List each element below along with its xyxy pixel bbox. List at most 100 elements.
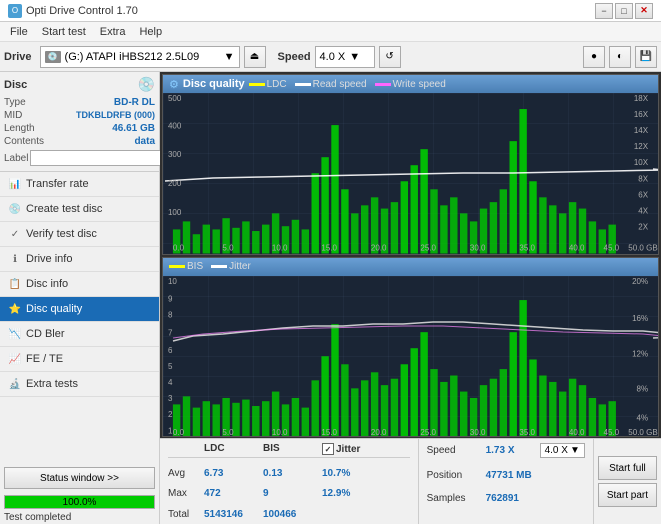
menu-file[interactable]: File <box>4 24 34 40</box>
disc-header: Disc 💿 <box>4 76 155 93</box>
action-buttons: Start full Start part <box>593 439 661 524</box>
drive-label: Drive <box>4 51 32 63</box>
legend-read-speed-color <box>295 83 311 86</box>
extra-tests-icon: 🔬 <box>8 377 22 391</box>
sidebar-item-label: FE / TE <box>26 353 63 365</box>
legend-ldc-color <box>249 83 265 86</box>
disc-eject-icon[interactable]: 💿 <box>138 76 155 93</box>
status-window-button[interactable]: Status window >> <box>4 467 155 489</box>
content-area: ⚙ Disc quality LDC Read speed Write spee… <box>160 72 661 524</box>
svg-text:45.0: 45.0 <box>604 427 620 436</box>
drive-info-icon: ℹ <box>8 252 22 266</box>
sidebar-item-fe-te[interactable]: 📈 FE / TE <box>0 347 159 372</box>
svg-text:5.0: 5.0 <box>222 243 234 252</box>
tool-btn-1[interactable]: ● <box>583 46 605 68</box>
disc-label-row: Label ⚙ <box>4 149 155 167</box>
sidebar-item-label: Verify test disc <box>26 228 97 240</box>
chart1-title: Disc quality <box>183 78 245 90</box>
sidebar-item-cd-bler[interactable]: 📉 CD Bler <box>0 322 159 347</box>
legend-write-speed-label: Write speed <box>393 79 446 90</box>
disc-label-input[interactable] <box>30 150 164 166</box>
disc-info-icon: 📋 <box>8 277 22 291</box>
speed-selector[interactable]: 4.0 X ▼ <box>315 46 375 68</box>
drive-value: (G:) ATAPI iHBS212 2.5L09 <box>65 51 200 63</box>
start-full-button[interactable]: Start full <box>598 456 657 480</box>
max-jitter: 12.9% <box>322 488 350 499</box>
sidebar-item-disc-info[interactable]: 📋 Disc info <box>0 272 159 297</box>
disc-label-label: Label <box>4 153 28 164</box>
svg-text:14X: 14X <box>634 126 649 135</box>
sidebar-item-create-test-disc[interactable]: 💿 Create test disc <box>0 197 159 222</box>
svg-text:45.0: 45.0 <box>604 243 620 252</box>
speed-box-value: 4.0 X <box>545 445 568 456</box>
svg-text:2X: 2X <box>638 222 648 231</box>
sidebar-item-transfer-rate[interactable]: 📊 Transfer rate <box>0 172 159 197</box>
legend-read-speed: Read speed <box>295 79 367 90</box>
fe-te-icon: 📈 <box>8 352 22 366</box>
verify-test-disc-icon: ✓ <box>8 227 22 241</box>
sidebar-item-label: Extra tests <box>26 378 78 390</box>
svg-text:18X: 18X <box>634 94 649 103</box>
svg-text:100: 100 <box>168 208 182 217</box>
close-button[interactable]: ✕ <box>635 3 653 19</box>
samples-row: Samples 762891 <box>427 493 585 504</box>
progress-text: 100.0% <box>5 496 154 510</box>
disc-mid-label: MID <box>4 110 22 121</box>
sidebar-item-label: Create test disc <box>26 203 102 215</box>
disc-length-row: Length 46.61 GB <box>4 123 155 134</box>
svg-text:16%: 16% <box>632 313 648 322</box>
legend-ldc-label: LDC <box>267 79 287 90</box>
chart2-svg: 20% 16% 12% 8% 4% 10 9 8 7 6 5 4 3 2 1 <box>163 276 658 437</box>
svg-text:20.0: 20.0 <box>371 243 387 252</box>
svg-text:500: 500 <box>168 94 182 103</box>
jitter-checkbox[interactable]: ✓ <box>322 443 334 455</box>
chart1-legend: LDC Read speed Write speed <box>249 79 446 90</box>
restore-button[interactable]: □ <box>615 3 633 19</box>
stats-main: LDC BIS ✓ Jitter Avg 6.73 0.13 10.7% Max <box>160 439 418 524</box>
menu-help[interactable]: Help <box>133 24 168 40</box>
sidebar-item-verify-test-disc[interactable]: ✓ Verify test disc <box>0 222 159 247</box>
samples-value: 762891 <box>486 493 519 504</box>
disc-contents-label: Contents <box>4 136 44 147</box>
svg-text:10X: 10X <box>634 158 649 167</box>
speed-stat-value: 1.73 X <box>486 445 536 456</box>
disc-contents-row: Contents data <box>4 136 155 147</box>
svg-text:5: 5 <box>168 362 173 371</box>
drive-selector[interactable]: 💿 (G:) ATAPI iHBS212 2.5L09 ▼ <box>40 46 240 68</box>
svg-text:8: 8 <box>168 310 173 319</box>
minimize-button[interactable]: − <box>595 3 613 19</box>
stats-right: Speed 1.73 X 4.0 X ▼ Position 47731 MB S… <box>418 439 593 524</box>
samples-label: Samples <box>427 493 482 504</box>
transfer-rate-icon: 📊 <box>8 177 22 191</box>
sidebar-item-disc-quality[interactable]: ⭐ Disc quality <box>0 297 159 322</box>
legend-ldc: LDC <box>249 79 287 90</box>
stats-empty-header <box>168 443 200 455</box>
disc-section: Disc 💿 Type BD-R DL MID TDKBLDRFB (000) … <box>0 72 159 172</box>
svg-text:50.0 GB: 50.0 GB <box>628 427 657 436</box>
disc-type-label: Type <box>4 97 26 108</box>
svg-text:25.0: 25.0 <box>420 427 436 436</box>
svg-text:25.0: 25.0 <box>420 243 436 252</box>
sidebar-item-drive-info[interactable]: ℹ Drive info <box>0 247 159 272</box>
disc-info-table: Type BD-R DL MID TDKBLDRFB (000) Length … <box>4 97 155 167</box>
eject-button[interactable]: ⏏ <box>244 46 266 68</box>
save-button[interactable]: 💾 <box>635 46 657 68</box>
title-bar-controls: − □ ✕ <box>595 3 653 19</box>
speed-box[interactable]: 4.0 X ▼ <box>540 443 585 458</box>
drive-toolbar: Drive 💿 (G:) ATAPI iHBS212 2.5L09 ▼ ⏏ Sp… <box>0 42 661 72</box>
disc-contents-value: data <box>134 136 155 147</box>
start-part-button[interactable]: Start part <box>598 483 657 507</box>
menu-start-test[interactable]: Start test <box>36 24 92 40</box>
menu-extra[interactable]: Extra <box>94 24 132 40</box>
legend-jitter-label: Jitter <box>229 261 251 272</box>
svg-text:4%: 4% <box>637 413 649 422</box>
svg-text:9: 9 <box>168 294 173 303</box>
disc-length-value: 46.61 GB <box>112 123 155 134</box>
svg-text:40.0: 40.0 <box>569 427 585 436</box>
chart2-legend: BIS Jitter <box>169 261 251 272</box>
svg-text:10.0: 10.0 <box>272 243 288 252</box>
tool-btn-2[interactable]: ◐ <box>609 46 631 68</box>
sidebar-item-extra-tests[interactable]: 🔬 Extra tests <box>0 372 159 397</box>
refresh-button[interactable]: ↺ <box>379 46 401 68</box>
total-ldc: 5143146 <box>204 509 259 520</box>
